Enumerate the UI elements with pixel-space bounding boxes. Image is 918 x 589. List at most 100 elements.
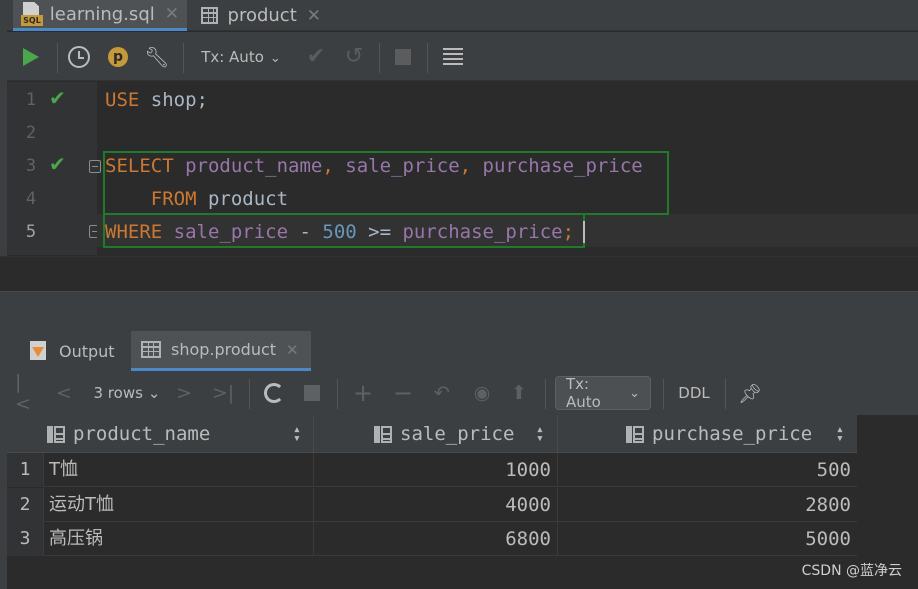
rows-count-label: 3 rows	[93, 384, 143, 402]
plus-icon: +	[352, 379, 374, 407]
code-area[interactable]: USE shop; SELECT product_name, sale_pric…	[97, 82, 918, 255]
tx-mode-dropdown[interactable]: Tx: Auto ⌄	[193, 32, 289, 81]
tab-shop-product[interactable]: shop.product ✕	[131, 331, 311, 371]
line-number: 4	[25, 189, 37, 209]
rows-dropdown[interactable]: 3 rows ⌄	[89, 371, 165, 415]
table-row[interactable]: 2 运动T恤 4000 2800	[7, 488, 857, 522]
view-button[interactable]: ◉	[469, 371, 495, 415]
panel-divider	[0, 256, 918, 293]
pin-icon: 📌︎	[737, 382, 763, 405]
chevron-down-icon: ⌄	[269, 50, 281, 66]
refresh-icon	[264, 383, 284, 403]
close-icon[interactable]: ✕	[307, 6, 321, 26]
wrench-icon: 🔧︎	[144, 44, 170, 69]
statement-highlight-box	[103, 151, 669, 215]
line-number: 1	[25, 90, 37, 110]
first-page-button[interactable]: |<	[15, 371, 37, 415]
cell-product-name[interactable]: T恤	[43, 453, 313, 487]
panel-splitter[interactable]	[0, 291, 918, 331]
close-icon[interactable]: ✕	[286, 341, 299, 359]
stop-icon	[395, 48, 411, 65]
cell-sale-price[interactable]: 6800	[313, 522, 557, 556]
sort-icon[interactable]: ▴ ▾	[536, 423, 544, 445]
profile-button[interactable]: p	[105, 32, 131, 81]
table-icon	[141, 341, 161, 358]
cell-purchase-price[interactable]: 5000	[557, 522, 857, 556]
history-button[interactable]	[65, 32, 93, 81]
line-number: 2	[25, 123, 37, 143]
tab-label: product	[227, 5, 297, 26]
revert-button[interactable]: ↶	[429, 371, 455, 415]
commit-button[interactable]: ✔	[303, 32, 329, 81]
table-row[interactable]: 1 T恤 1000 500	[7, 453, 857, 487]
last-page-button[interactable]: >|	[211, 371, 235, 415]
sql-file-icon: SQL	[21, 2, 43, 26]
refresh-button[interactable]	[261, 371, 287, 415]
ddl-button[interactable]: DDL	[675, 371, 713, 415]
tab-learning-sql[interactable]: SQL learning.sql ✕	[13, 0, 187, 31]
grid-header: product_name ▴ ▾ sale_price ▴ ▾ purchase_p…	[7, 415, 857, 453]
submit-button[interactable]: ⬆	[507, 371, 531, 415]
watermark: CSDN @蓝净云	[801, 563, 902, 579]
execute-button[interactable]	[17, 32, 45, 81]
first-page-icon: |<	[15, 371, 31, 415]
line-number: 3	[25, 156, 37, 176]
tx-mode-label: Tx: Auto	[201, 47, 264, 66]
cell-product-name[interactable]: 运动T恤	[43, 488, 313, 522]
arrow-up-icon: ⬆	[511, 382, 527, 404]
settings-button[interactable]: 🔧︎	[143, 32, 171, 81]
rollback-icon: ↺	[344, 44, 364, 69]
minus-icon: −	[392, 379, 414, 407]
line-number: 5	[25, 222, 37, 242]
column-header-product-name[interactable]: product_name ▴ ▾	[47, 415, 313, 453]
delete-row-button[interactable]: −	[391, 371, 415, 415]
cell-purchase-price[interactable]: 2800	[557, 488, 857, 522]
tx-mode-label: Tx: Auto	[566, 375, 601, 411]
add-row-button[interactable]: +	[351, 371, 375, 415]
column-header-purchase-price[interactable]: purchase_price ▴ ▾	[557, 415, 857, 453]
sql-editor[interactable]: 1 ✔ 2 3 ✔ 4 5 USE shop; SELECT product_nam…	[7, 82, 918, 255]
stop-button[interactable]	[391, 32, 415, 81]
grid-lines-icon	[443, 47, 463, 66]
tab-output[interactable]: Output	[23, 331, 125, 371]
last-page-icon: >|	[211, 382, 235, 404]
table-icon	[201, 7, 218, 24]
code-line-1: USE shop;	[105, 84, 208, 117]
column-icon	[626, 425, 644, 443]
executed-check-icon: ✔	[49, 152, 66, 176]
chevron-left-icon: <	[56, 382, 72, 404]
close-icon[interactable]: ✕	[165, 4, 179, 24]
row-number: 2	[7, 488, 43, 522]
ddl-label: DDL	[678, 384, 710, 402]
clock-icon	[68, 45, 90, 68]
cell-purchase-price[interactable]: 500	[557, 453, 857, 487]
stop-icon	[304, 385, 320, 401]
cancel-query-button[interactable]	[301, 371, 323, 415]
cell-sale-price[interactable]: 1000	[313, 453, 557, 487]
eye-icon: ◉	[473, 382, 491, 404]
pin-tab-button[interactable]: 📌︎	[735, 371, 765, 415]
row-number: 1	[7, 453, 43, 487]
statement-highlight-box	[103, 213, 585, 248]
output-format-button[interactable]	[439, 32, 467, 81]
tx-mode-dropdown[interactable]: Tx: Auto ⌄	[555, 375, 651, 411]
results-toolbar: |< < 3 rows ⌄ > >| + − ↶ ◉ ⬆ Tx: Auto ⌄ …	[7, 371, 918, 415]
column-icon	[374, 425, 392, 443]
column-title: product_name	[73, 423, 211, 445]
sort-icon[interactable]: ▴ ▾	[293, 423, 301, 445]
executed-check-icon: ✔	[49, 86, 66, 110]
editor-toolbar: p 🔧︎ Tx: Auto ⌄ ✔ ↺	[7, 32, 918, 81]
column-header-sale-price[interactable]: sale_price ▴ ▾	[313, 415, 557, 453]
rollback-button[interactable]: ↺	[341, 32, 367, 81]
code-token: USE	[105, 89, 140, 111]
cell-sale-price[interactable]: 4000	[313, 488, 557, 522]
table-row[interactable]: 3 高压锅 6800 5000	[7, 522, 857, 556]
next-page-button[interactable]: >	[173, 371, 195, 415]
prev-page-button[interactable]: <	[53, 371, 75, 415]
tab-label: shop.product	[171, 340, 277, 359]
row-number: 3	[7, 522, 43, 556]
cell-product-name[interactable]: 高压锅	[43, 522, 313, 556]
tab-product[interactable]: product ✕	[193, 0, 329, 31]
sort-icon[interactable]: ▴ ▾	[836, 423, 844, 445]
results-grid[interactable]: product_name ▴ ▾ sale_price ▴ ▾ purchase_p…	[7, 415, 857, 556]
